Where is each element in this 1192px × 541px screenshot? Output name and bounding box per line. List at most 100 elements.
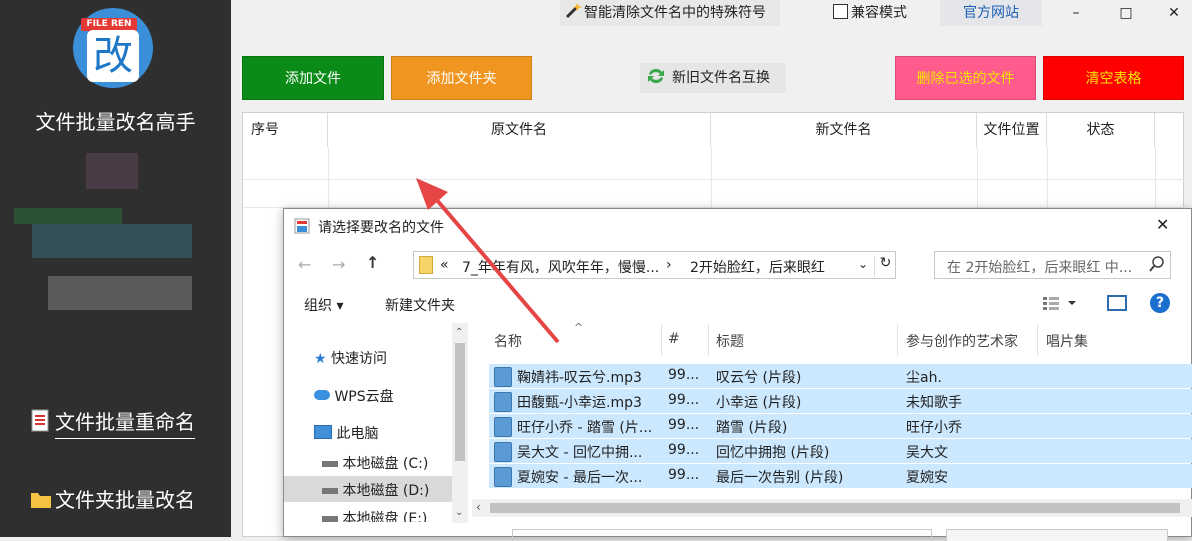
search-box[interactable]: 在 2开始脸红，后来眼红 中... — [934, 251, 1171, 279]
forward-arrow-icon[interactable]: → — [332, 255, 345, 274]
add-folder-button[interactable]: 添加文件夹 — [391, 56, 532, 100]
add-file-button[interactable]: 添加文件 — [242, 56, 384, 100]
logo-character: 改 — [87, 30, 139, 82]
file-artist: 未知歌手 — [906, 395, 962, 411]
file-row[interactable]: 吴大文 - 回忆中拥... 99... 回忆中拥抱 (片段) 吴大文 — [489, 439, 1192, 463]
scroll-left-icon[interactable]: ‹ — [476, 500, 481, 514]
back-arrow-icon[interactable]: ← — [298, 255, 311, 274]
scroll-down-icon[interactable]: ⌄ — [455, 507, 463, 518]
audio-file-icon — [494, 417, 512, 437]
nav-tree-label: 快速访问 — [331, 351, 388, 367]
file-number: 99... — [668, 367, 700, 383]
clean-special-chars-button[interactable]: 智能清除文件名中的特殊符号 — [560, 0, 780, 26]
column-header-artist[interactable]: 参与创作的艺术家 — [906, 331, 1018, 351]
file-title: 踏雪 (片段) — [716, 420, 788, 436]
clean-special-chars-label: 智能清除文件名中的特殊符号 — [584, 5, 766, 21]
maximize-button[interactable]: □ — [1112, 0, 1140, 26]
filetype-select[interactable] — [946, 529, 1168, 541]
close-button[interactable]: ✕ — [1160, 0, 1188, 26]
nav-tree-drive-d[interactable]: 本地磁盘 (D:) — [322, 480, 429, 500]
file-row[interactable]: 旺仔小乔 - 踏雪 (片... 99... 踏雪 (片段) 旺仔小乔 — [489, 414, 1192, 438]
column-header-number[interactable]: # — [668, 331, 680, 347]
file-name: 夏婉安 - 最后一次... — [517, 470, 643, 486]
chevron-down-icon[interactable]: ⌄ — [858, 257, 868, 271]
audio-file-icon — [494, 442, 512, 462]
help-icon[interactable]: ? — [1150, 293, 1170, 313]
nav-tree-this-pc[interactable]: 此电脑 — [314, 423, 378, 443]
nav-folder-rename-label: 文件夹批量改名 — [55, 488, 195, 512]
magic-wand-icon — [564, 0, 584, 26]
file-number: 99... — [668, 442, 700, 458]
clear-table-button[interactable]: 清空表格 — [1043, 56, 1184, 100]
minimize-button[interactable]: – — [1062, 0, 1090, 26]
audio-file-icon — [494, 392, 512, 412]
view-options-icon[interactable] — [1042, 295, 1078, 315]
horizontal-scrollbar-thumb[interactable] — [490, 503, 1180, 513]
checkbox-icon — [833, 4, 848, 19]
sidebar: FILE REN 改 文件批量改名高手 文件批量重命名 文件夹批量改名 — [0, 0, 231, 537]
file-title: 小幸运 (片段) — [716, 395, 802, 411]
official-website-link[interactable]: 官方网站 — [940, 0, 1042, 26]
file-name: 田馥甄-小幸运.mp3 — [517, 395, 642, 411]
file-title: 最后一次告别 (片段) — [716, 470, 844, 486]
nav-folder-rename[interactable]: 文件夹批量改名 — [30, 484, 195, 513]
file-row[interactable]: 夏婉安 - 最后一次... 99... 最后一次告别 (片段) 夏婉安 — [489, 464, 1192, 488]
dialog-app-icon — [294, 218, 310, 238]
nav-file-rename[interactable]: 文件批量重命名 — [30, 406, 195, 439]
nav-tree-label: 本地磁盘 (E:) — [342, 511, 428, 522]
file-row[interactable]: 鞠婧祎-叹云兮.mp3 99... 叹云兮 (片段) 尘ah. — [489, 364, 1192, 388]
file-number: 99... — [668, 417, 700, 433]
cloud-icon — [314, 390, 330, 400]
refresh-icon[interactable]: ↻ — [874, 255, 896, 277]
nav-scrollbar-thumb[interactable] — [455, 343, 465, 461]
file-number: 99... — [668, 392, 700, 408]
search-icon — [1149, 255, 1165, 277]
blurred-text-line — [32, 224, 192, 258]
app-title: 文件批量改名高手 — [35, 110, 196, 134]
nav-tree-label: 此电脑 — [336, 426, 379, 442]
folder-icon — [30, 487, 52, 511]
file-row[interactable]: 田馥甄-小幸运.mp3 99... 小幸运 (片段) 未知歌手 — [489, 389, 1192, 413]
address-crumb-current[interactable]: 2开始脸红，后来眼红 — [690, 257, 825, 277]
blurred-avatar — [86, 153, 138, 189]
nav-tree-quick-access[interactable]: ★ 快速访问 — [314, 348, 387, 368]
star-icon: ★ — [314, 351, 327, 367]
audio-file-icon — [494, 467, 512, 487]
up-arrow-icon[interactable]: ↑ — [366, 253, 379, 272]
column-header-album[interactable]: 唱片集 — [1046, 331, 1088, 351]
address-separator: › — [666, 257, 672, 273]
drive-icon — [322, 461, 338, 467]
delete-selected-button[interactable]: 删除已选的文件 — [895, 56, 1036, 100]
computer-icon — [314, 425, 332, 439]
nav-tree-drive-e[interactable]: 本地磁盘 (E:) — [322, 508, 427, 522]
file-artist: 吴大文 — [906, 445, 948, 461]
file-name: 旺仔小乔 - 踏雪 (片... — [517, 420, 653, 436]
horizontal-scrollbar[interactable]: ‹ — [472, 499, 1192, 517]
audio-file-icon — [494, 367, 512, 387]
preview-pane-icon[interactable] — [1107, 295, 1127, 311]
column-divider — [661, 324, 662, 356]
filename-input[interactable] — [512, 529, 932, 541]
nav-tree-drive-c[interactable]: 本地磁盘 (C:) — [322, 453, 428, 473]
column-header-location: 文件位置 — [977, 113, 1047, 147]
column-header-title[interactable]: 标题 — [716, 331, 744, 351]
compat-mode-checkbox[interactable]: 兼容模式 — [833, 0, 923, 26]
column-header-new-name: 新文件名 — [711, 113, 977, 147]
nav-tree-label: WPS云盘 — [334, 389, 394, 405]
app-logo: FILE REN 改 — [73, 8, 153, 88]
swap-names-label: 新旧文件名互换 — [672, 70, 770, 86]
blurred-text-line — [48, 276, 192, 310]
file-name: 吴大文 - 回忆中拥... — [517, 445, 643, 461]
file-artist: 尘ah. — [906, 370, 942, 386]
file-title: 叹云兮 (片段) — [716, 370, 802, 386]
dialog-close-button[interactable]: ✕ — [1156, 215, 1169, 234]
swap-names-button[interactable]: 新旧文件名互换 — [640, 63, 786, 93]
file-artist: 旺仔小乔 — [906, 420, 962, 436]
search-placeholder: 在 2开始脸红，后来眼红 中... — [947, 260, 1133, 276]
annotation-arrow-icon — [416, 178, 560, 344]
column-divider — [1037, 324, 1038, 356]
drive-icon — [322, 516, 338, 522]
nav-tree-wps-cloud[interactable]: WPS云盘 — [314, 386, 394, 406]
organize-menu[interactable]: 组织 ▾ — [304, 295, 343, 315]
file-artist: 夏婉安 — [906, 470, 948, 486]
